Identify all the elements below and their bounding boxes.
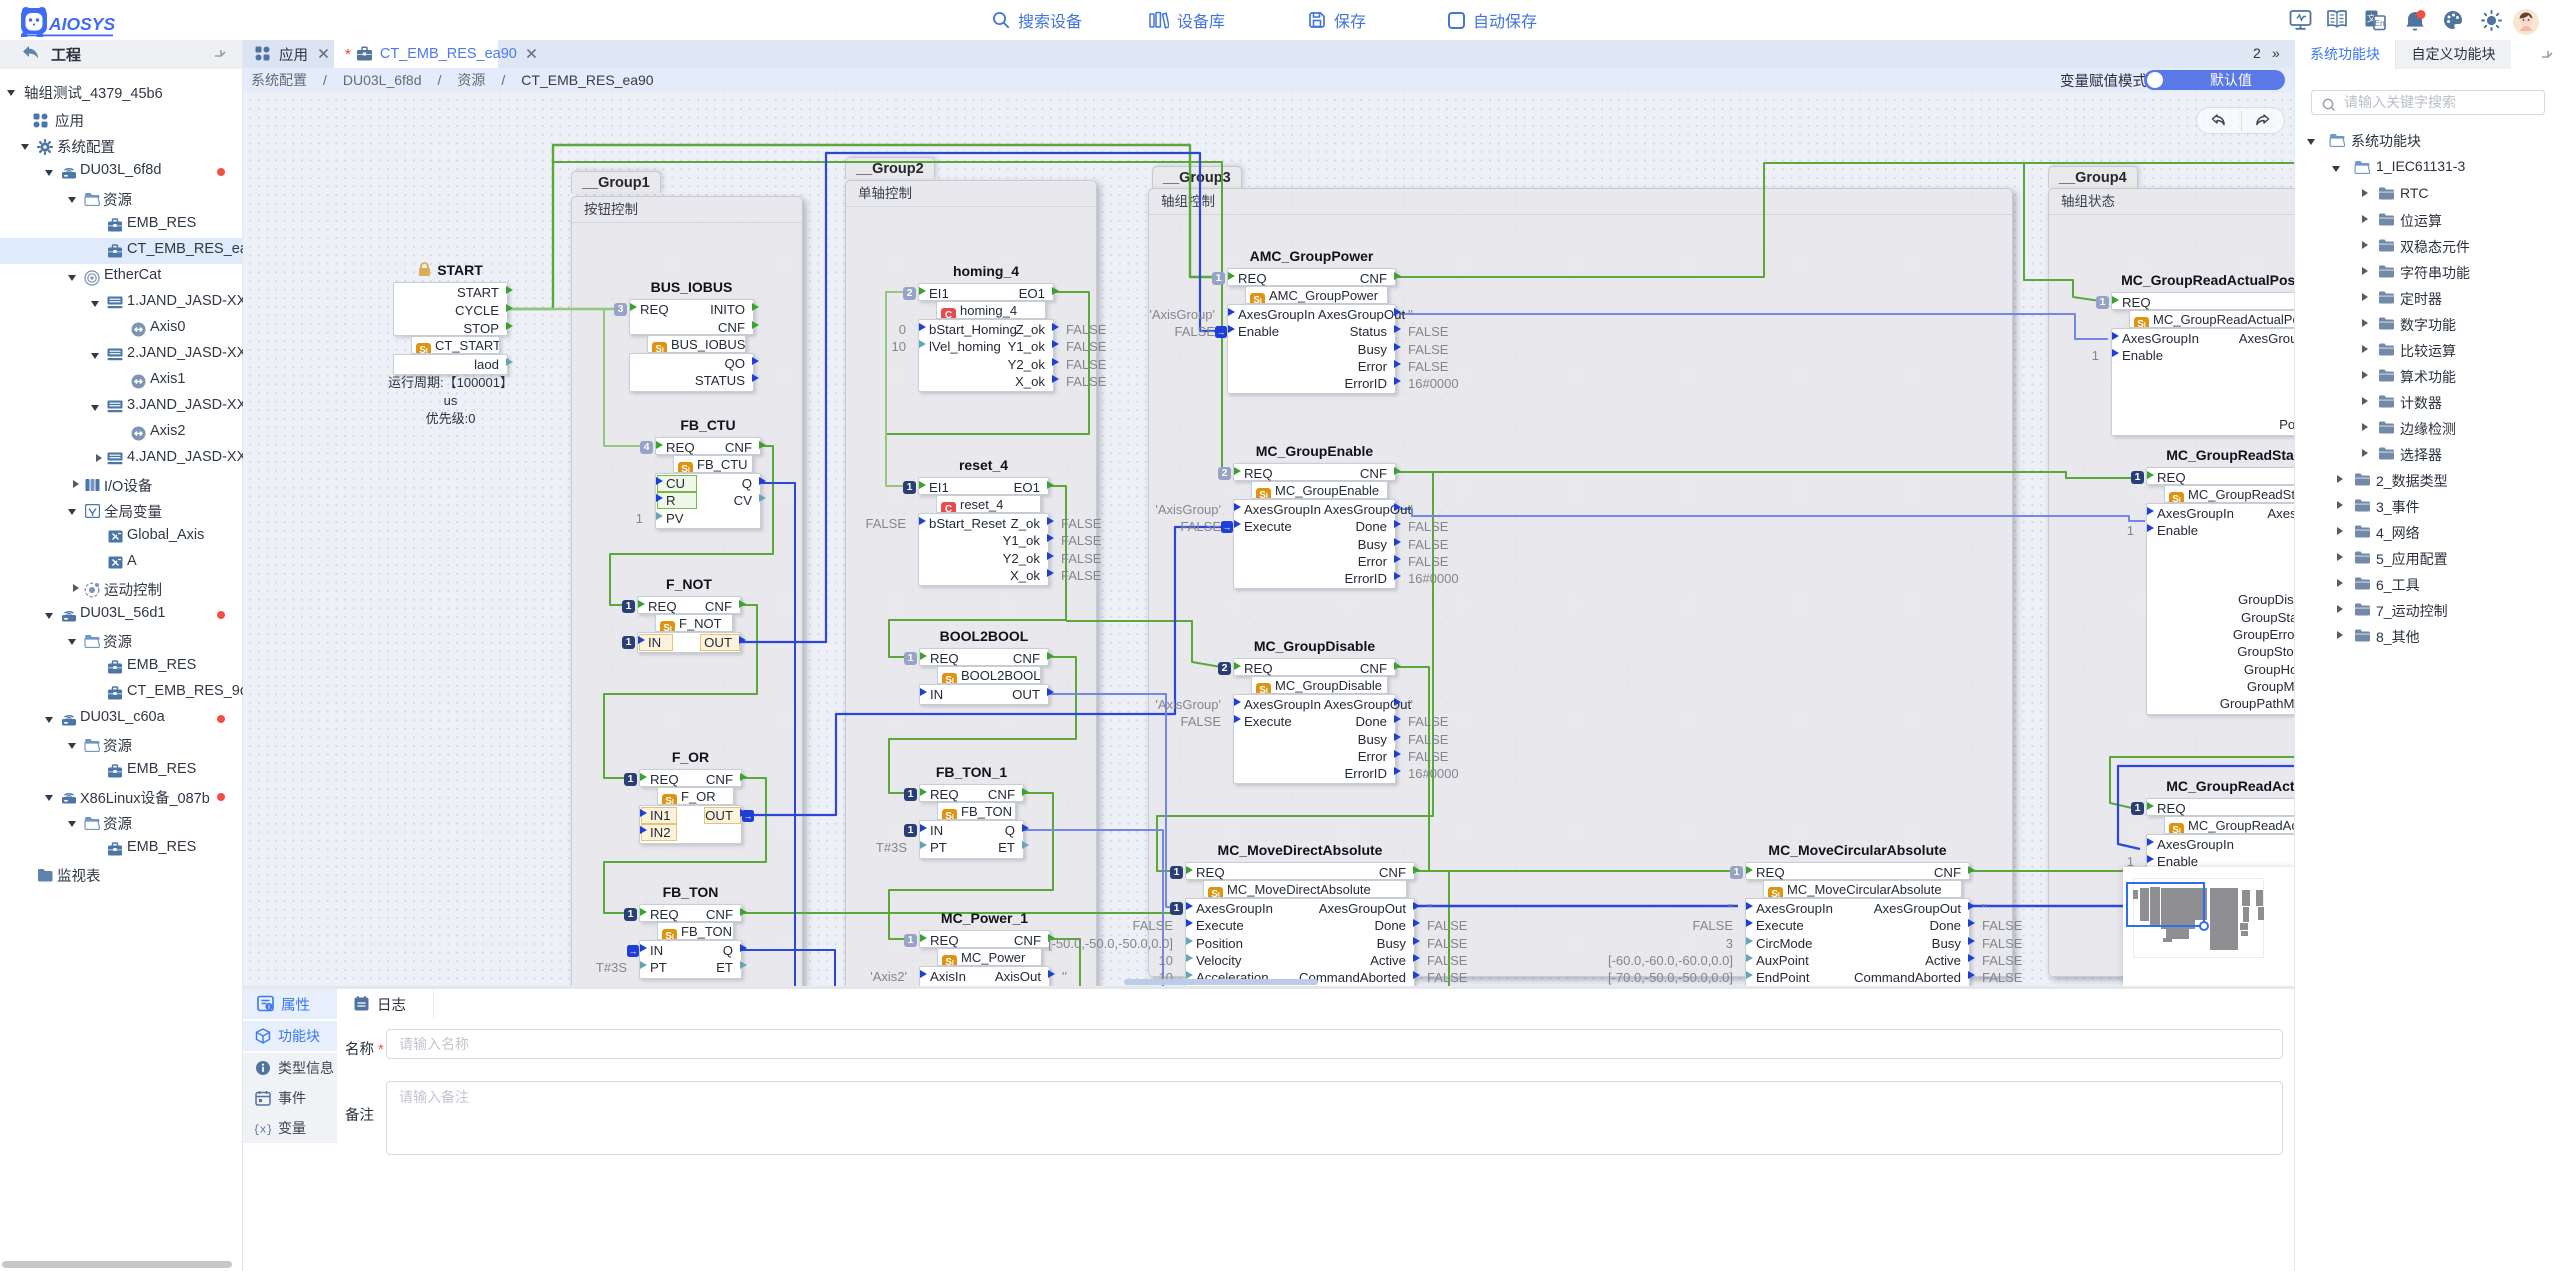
svg-text:AIOSYS: AIOSYS (48, 14, 115, 34)
svg-text:i: i (268, 1004, 270, 1011)
svg-text:{x}: {x} (255, 1125, 271, 1137)
svg-text:En: En (2374, 18, 2385, 28)
